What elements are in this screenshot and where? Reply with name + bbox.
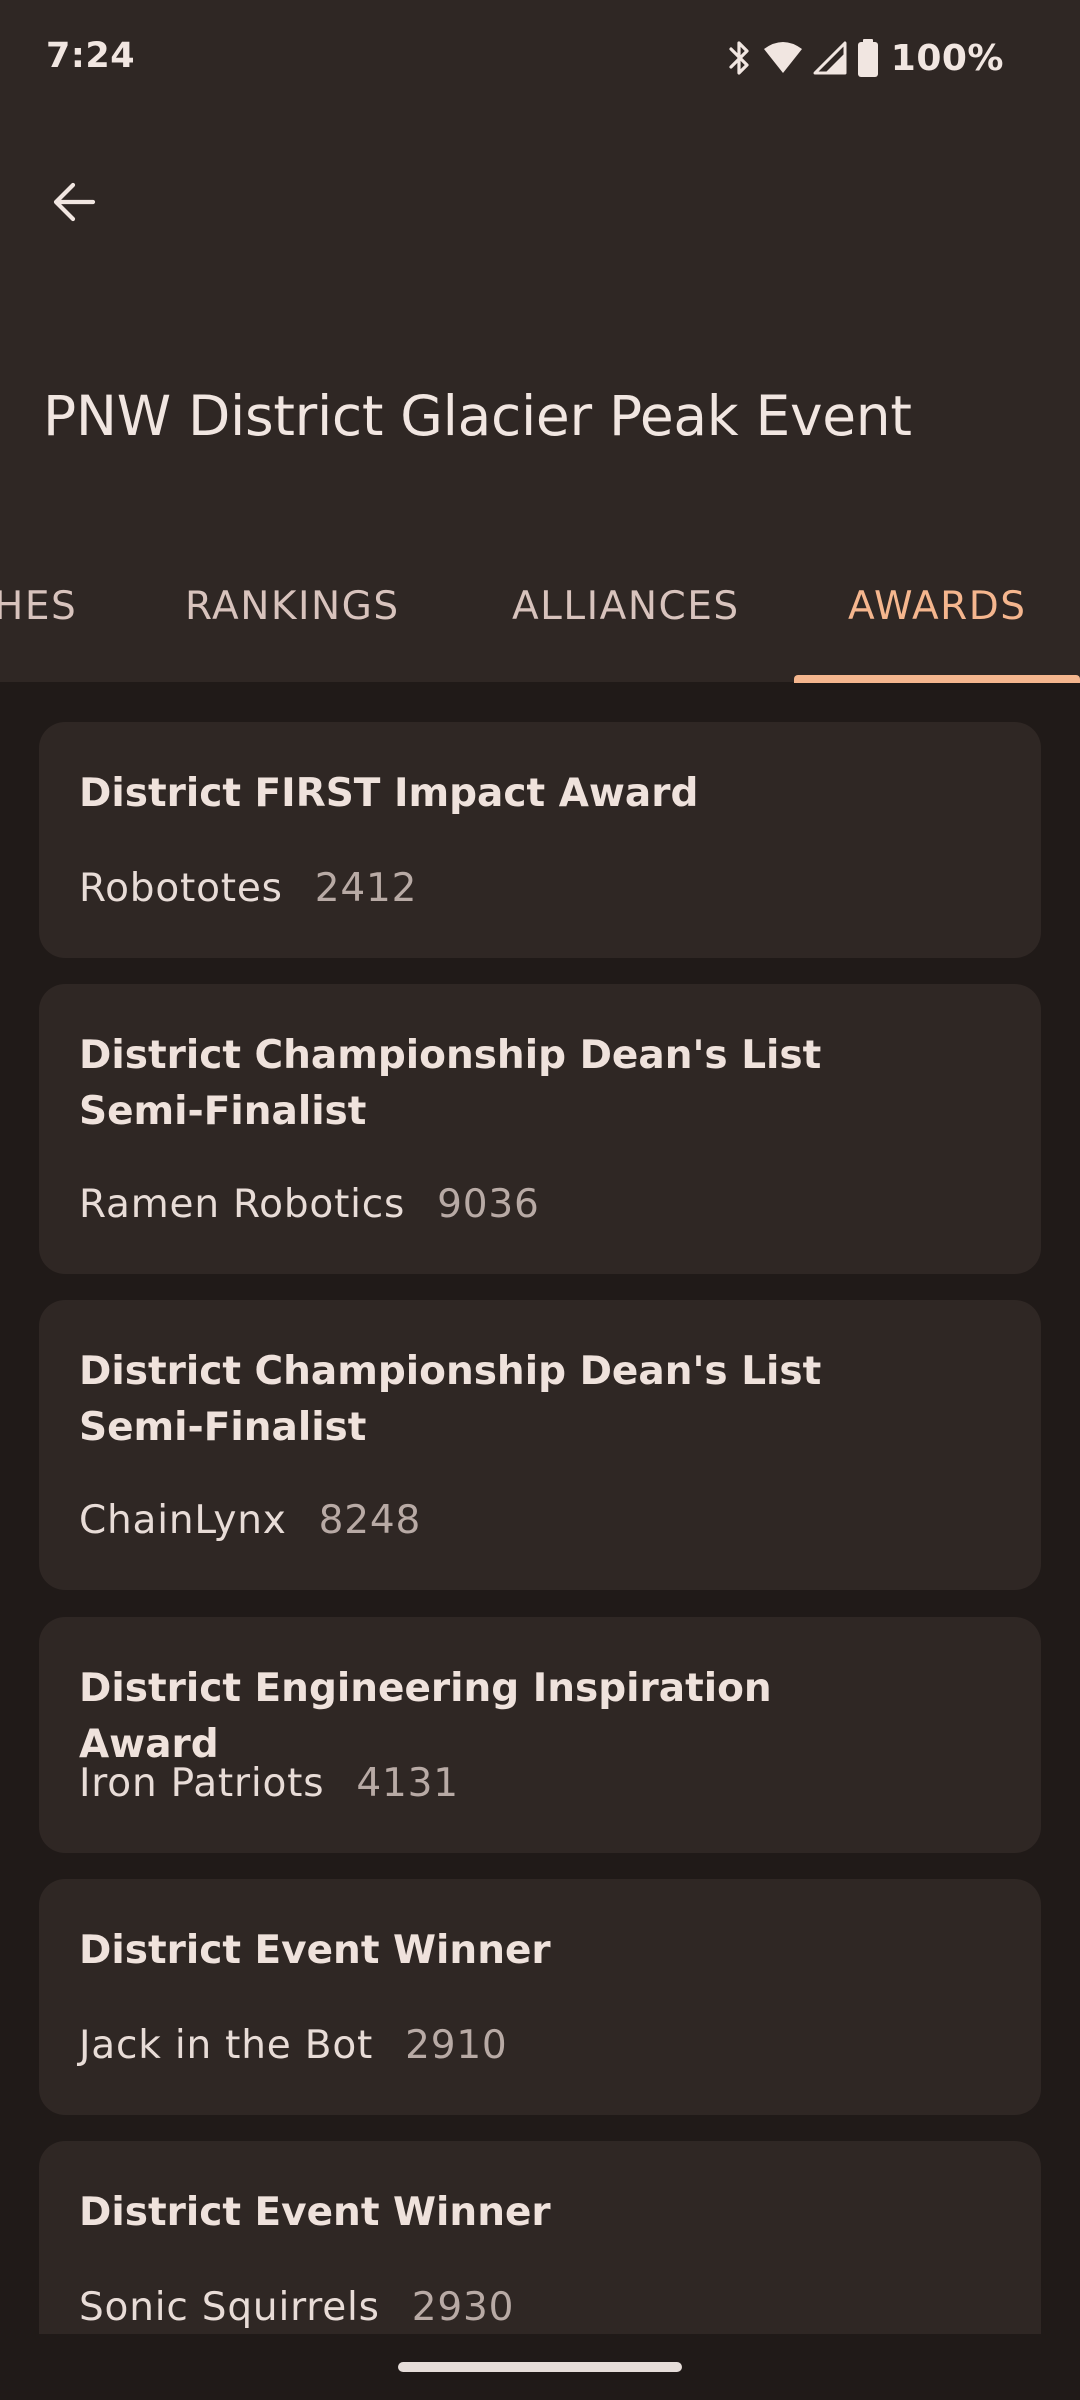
award-card[interactable]: District Championship Dean's List Semi-F… <box>39 984 1041 1274</box>
battery-percent: 100% <box>890 37 1004 79</box>
tab-bar: HES RANKINGS ALLIANCES AWARDS <box>0 548 1080 683</box>
awards-list[interactable]: District FIRST Impact Award Robototes 241… <box>0 682 1080 2334</box>
award-name: District Championship Dean's List Semi-F… <box>79 1349 822 1450</box>
award-team[interactable]: Robototes 2412 <box>79 866 417 911</box>
app-screen: 7:24 100% PNW District Glacier Peak Even… <box>0 0 1080 2400</box>
battery-icon <box>857 39 878 77</box>
status-time: 7:24 <box>46 36 136 76</box>
team-name: Jack in the Bot <box>79 2023 374 2068</box>
award-card[interactable]: District Engineering Inspiration Award I… <box>39 1617 1041 1853</box>
team-number: 2930 <box>411 2285 515 2330</box>
award-name: District Engineering Inspiration Award <box>79 1666 772 1767</box>
award-name: District Championship Dean's List Semi-F… <box>79 1033 822 1134</box>
team-number: 2412 <box>314 866 418 911</box>
tab-awards[interactable]: AWARDS <box>848 584 1027 629</box>
back-button[interactable] <box>30 158 118 246</box>
award-name: District FIRST Impact Award <box>79 771 699 816</box>
bluetooth-icon <box>729 41 749 75</box>
team-number: 9036 <box>437 1182 540 1227</box>
team-name: Ramen Robotics <box>79 1182 406 1227</box>
team-number: 4131 <box>356 1761 459 1806</box>
gesture-nav-handle[interactable] <box>398 2362 682 2372</box>
status-bar: 7:24 100% <box>0 0 1080 118</box>
tab-rankings[interactable]: RANKINGS <box>185 584 400 629</box>
top-app-bar: 7:24 100% PNW District Glacier Peak Even… <box>0 0 1080 683</box>
cell-signal-icon <box>813 41 847 75</box>
team-name: ChainLynx <box>79 1498 287 1543</box>
award-team[interactable]: Sonic Squirrels 2930 <box>79 2285 514 2330</box>
award-team[interactable]: Iron Patriots 4131 <box>79 1761 459 1806</box>
page-title: PNW District Glacier Peak Event <box>43 384 912 448</box>
award-card[interactable]: District Event Winner Sonic Squirrels 293… <box>39 2141 1041 2334</box>
wifi-icon <box>763 42 802 73</box>
award-team[interactable]: ChainLynx 8248 <box>79 1498 421 1543</box>
award-name: District Event Winner <box>79 2190 551 2235</box>
award-name: District Event Winner <box>79 1928 551 1973</box>
team-name: Sonic Squirrels <box>79 2285 380 2330</box>
team-name: Iron Patriots <box>79 1761 325 1806</box>
arrow-left-icon <box>53 182 96 222</box>
tab-alliances[interactable]: ALLIANCES <box>512 584 740 629</box>
award-card[interactable]: District Event Winner Jack in the Bot 291… <box>39 1879 1041 2115</box>
status-icons: 100% <box>727 34 1004 82</box>
award-card[interactable]: District Championship Dean's List Semi-F… <box>39 1300 1041 1590</box>
team-number: 8248 <box>318 1498 422 1543</box>
team-number: 2910 <box>405 2023 508 2068</box>
tab-matches[interactable]: HES <box>0 584 77 629</box>
award-card[interactable]: District FIRST Impact Award Robototes 241… <box>39 722 1041 958</box>
award-team[interactable]: Jack in the Bot 2910 <box>79 2023 508 2068</box>
award-team[interactable]: Ramen Robotics 9036 <box>79 1182 540 1227</box>
team-name: Robototes <box>79 866 283 911</box>
